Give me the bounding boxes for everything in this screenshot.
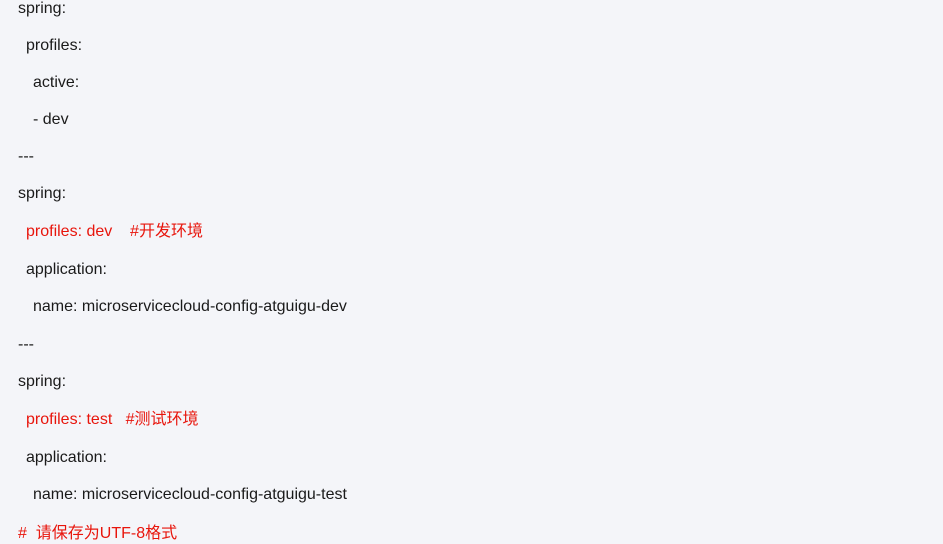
yaml-line-highlighted: profiles: test #测试环境 [26, 411, 199, 428]
yaml-separator: --- [18, 336, 34, 353]
yaml-document: spring: profiles: active: - dev --- spri… [0, 0, 943, 544]
yaml-comment-highlighted: # 请保存为UTF-8格式 [18, 525, 178, 542]
yaml-separator: --- [18, 148, 34, 165]
yaml-line: - dev [33, 111, 69, 128]
yaml-line: spring: [18, 373, 67, 390]
yaml-line: name: microservicecloud-config-atguigu-d… [33, 298, 347, 315]
yaml-line: application: [26, 449, 107, 466]
yaml-line-highlighted: profiles: dev #开发环境 [26, 223, 203, 240]
yaml-line: spring: [18, 0, 67, 17]
yaml-line: profiles: [26, 37, 83, 54]
yaml-line: application: [26, 261, 107, 278]
yaml-line: active: [33, 74, 80, 91]
yaml-line: name: microservicecloud-config-atguigu-t… [33, 486, 347, 503]
yaml-line: spring: [18, 185, 67, 202]
